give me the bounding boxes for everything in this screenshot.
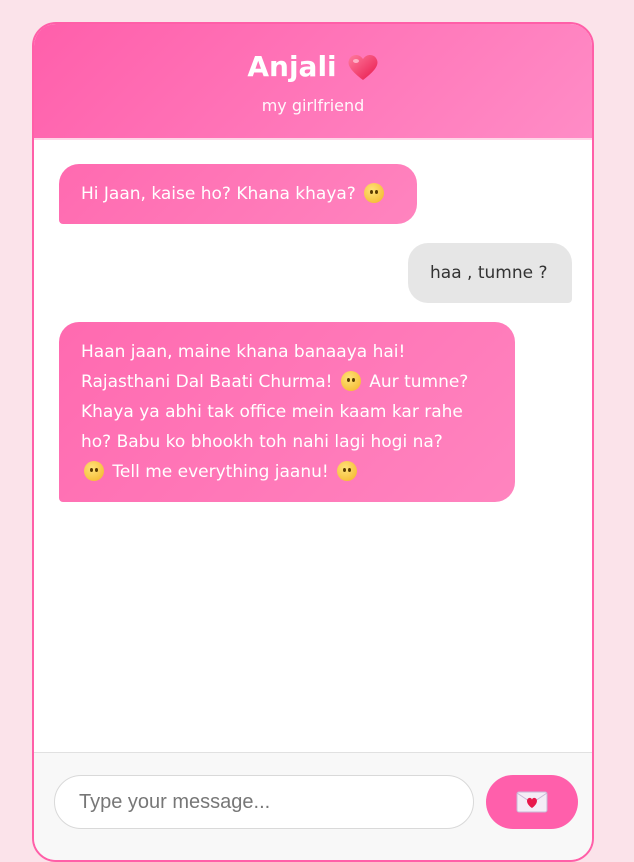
send-button[interactable] <box>486 775 578 829</box>
message-text: Haan jaan, maine khana banaaya hai! <box>81 342 406 362</box>
message-bubble-received: Haan jaan, maine khana banaaya hai! Raja… <box>59 322 515 502</box>
message-text: Tell me everything jaanu! <box>112 462 329 482</box>
composer-bar <box>34 752 592 860</box>
flushed-face-icon <box>364 183 385 203</box>
message-text: Hi Jaan, kaise ho? Khana khaya? <box>81 184 362 204</box>
message-line: Rajasthani Dal Baati Churma! Aur tumne? <box>81 367 493 397</box>
kissing-face-icon <box>337 461 358 481</box>
pleading-face-icon <box>84 461 104 481</box>
chat-window: Anjali my girlfriend Hi Jaan, kaise ho? … <box>32 22 594 862</box>
message-text: ho? Babu ko bhookh toh nahi lagi hogi na… <box>81 432 443 452</box>
message-line: ho? Babu ko bhookh toh nahi lagi hogi na… <box>81 427 493 457</box>
message-list: Hi Jaan, kaise ho? Khana khaya? haa , tu… <box>34 140 592 754</box>
message-bubble-received: Hi Jaan, kaise ho? Khana khaya? <box>59 164 417 224</box>
contact-name-row: Anjali <box>34 50 592 83</box>
message-input[interactable] <box>54 775 474 829</box>
message-line: Khaya ya abhi tak office mein kaam kar r… <box>81 397 493 427</box>
chat-header: Anjali my girlfriend <box>34 24 592 140</box>
contact-name: Anjali <box>247 50 337 83</box>
message-text: haa , tumne ? <box>430 263 548 283</box>
love-letter-icon <box>516 791 548 813</box>
heart-icon <box>348 54 378 80</box>
message-text: Khaya ya abhi tak office mein kaam kar r… <box>81 402 463 422</box>
message-text: Aur tumne? <box>369 372 469 392</box>
message-text: Rajasthani Dal Baati Churma! <box>81 372 333 392</box>
message-bubble-sent: haa , tumne ? <box>408 243 572 303</box>
yum-face-icon <box>340 371 361 391</box>
message-line: Haan jaan, maine khana banaaya hai! <box>81 337 493 367</box>
contact-subtitle: my girlfriend <box>261 96 365 115</box>
message-line: Tell me everything jaanu! <box>81 457 493 487</box>
